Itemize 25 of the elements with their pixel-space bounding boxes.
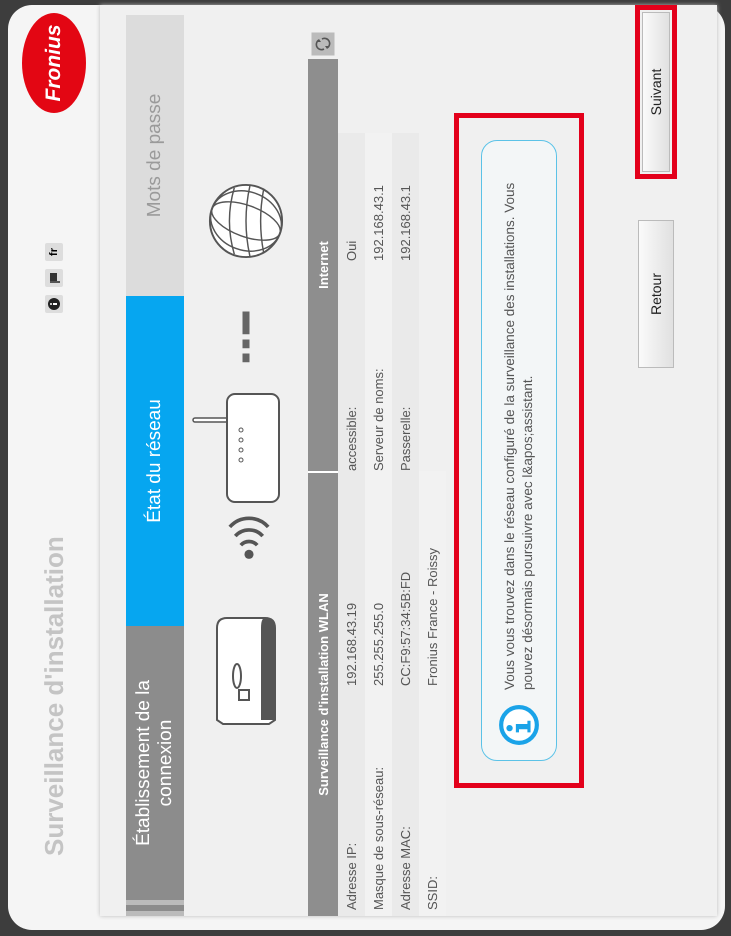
column-header: Surveillance d'installation WLAN (308, 471, 338, 916)
wizard-step: Établissement de la connexion (126, 626, 184, 916)
language-button[interactable]: fr (45, 243, 63, 261)
wireless-signal-icon (228, 514, 270, 560)
wizard-step: Mots de passe (126, 15, 184, 296)
refresh-icon[interactable] (311, 32, 335, 56)
field-label: Adresse IP: (338, 726, 365, 916)
nav-button[interactable]: Suivant (642, 12, 670, 172)
field-value: Oui (338, 133, 365, 261)
globe-icon (207, 182, 285, 260)
field-label: accessible: (338, 261, 365, 471)
field-label: Adresse MAC: (392, 726, 419, 916)
brand-logo: Fronius (22, 13, 86, 113)
inverter-device-icon (215, 616, 277, 726)
info-icon[interactable] (45, 294, 63, 313)
nav-button[interactable]: Retour (638, 220, 674, 368)
info-message: Vous vous trouvez dans le réseau configuré de la surveillance des installations. Vous pouvez désormais poursuivre avec l&apos;assistant. (501, 182, 536, 690)
flag-icon[interactable] (45, 268, 63, 287)
field-label: Passerelle: (392, 261, 419, 471)
info-icon (498, 704, 540, 746)
field-value: 192.168.43.1 (392, 133, 419, 261)
field-value: 192.168.43.19 (338, 471, 365, 726)
column-header: Internet (308, 59, 338, 471)
field-value: CC:F9:57:34:5B:FD (392, 471, 419, 726)
router-icon (191, 392, 281, 504)
